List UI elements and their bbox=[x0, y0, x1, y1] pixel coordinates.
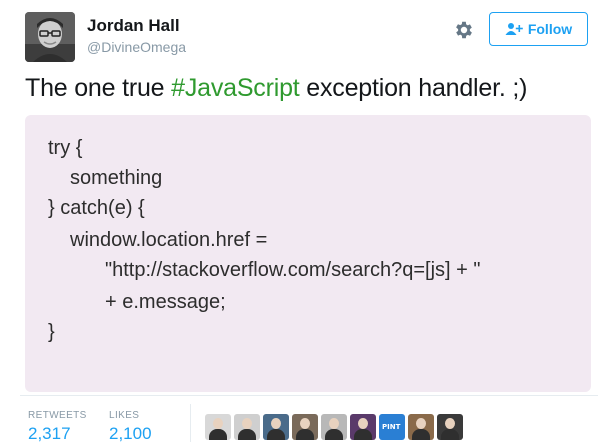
stats-separator bbox=[190, 404, 191, 442]
add-user-icon bbox=[505, 22, 523, 36]
liker-avatar-6[interactable] bbox=[350, 414, 376, 440]
follow-button[interactable]: Follow bbox=[489, 12, 588, 46]
author-handle[interactable]: @DivineOmega bbox=[87, 39, 186, 55]
liker-avatar-label: PINT bbox=[382, 423, 401, 431]
code-line: + e.message; bbox=[105, 291, 226, 313]
code-line: something bbox=[70, 167, 163, 189]
liker-avatars: PINT bbox=[205, 414, 463, 440]
liker-avatar-9[interactable] bbox=[437, 414, 463, 440]
liker-avatar-7[interactable]: PINT bbox=[379, 414, 405, 440]
hashtag-link[interactable]: #JavaScript bbox=[171, 74, 300, 102]
liker-avatar-8[interactable] bbox=[408, 414, 434, 440]
likes-label: LIKES bbox=[109, 410, 140, 421]
author-name[interactable]: Jordan Hall bbox=[87, 16, 180, 36]
tweet-card: Jordan Hall @DivineOmega Follow The one … bbox=[0, 0, 608, 445]
follow-label: Follow bbox=[527, 21, 573, 37]
author-avatar[interactable] bbox=[25, 12, 75, 62]
code-line: } bbox=[48, 321, 55, 343]
divider bbox=[20, 395, 598, 396]
code-image[interactable]: try { something } catch(e) { window.loca… bbox=[25, 115, 591, 392]
liker-avatar-1[interactable] bbox=[205, 414, 231, 440]
likes-count[interactable]: 2,100 bbox=[109, 424, 152, 444]
liker-avatar-2[interactable] bbox=[234, 414, 260, 440]
code-line: try { bbox=[48, 137, 83, 159]
liker-avatar-5[interactable] bbox=[321, 414, 347, 440]
code-line: } catch(e) { bbox=[48, 197, 145, 219]
tweet-text-after: exception handler. ;) bbox=[299, 74, 528, 102]
tweet-text-before: The one true bbox=[25, 74, 172, 102]
tweet-text: The one true #JavaScript exception handl… bbox=[25, 74, 527, 103]
liker-avatar-3[interactable] bbox=[263, 414, 289, 440]
gear-icon[interactable] bbox=[453, 19, 475, 41]
retweets-count[interactable]: 2,317 bbox=[28, 424, 71, 444]
liker-avatar-4[interactable] bbox=[292, 414, 318, 440]
retweets-label: RETWEETS bbox=[28, 410, 87, 421]
code-line: "http://stackoverflow.com/search?q=[js] … bbox=[105, 259, 481, 281]
code-line: window.location.href = bbox=[70, 229, 268, 251]
